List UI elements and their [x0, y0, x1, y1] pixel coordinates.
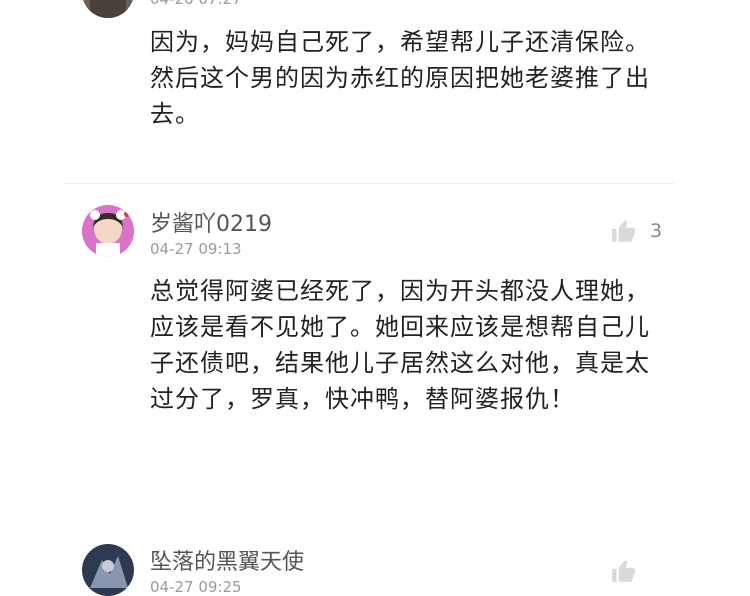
- like-button[interactable]: 3: [610, 218, 662, 244]
- avatar[interactable]: [82, 544, 134, 596]
- comment-timestamp: 04-26 07:27: [150, 0, 242, 8]
- thumbs-up-icon: [612, 220, 635, 242]
- comment-timestamp: 04-27 09:13: [150, 240, 242, 258]
- comment-timestamp: 04-27 09:25: [150, 578, 242, 596]
- comment-divider: [64, 183, 674, 184]
- comment-text: 总觉得阿婆已经死了，因为开头都没人理她，应该是看不见她了。她回来应该是想帮自己儿…: [150, 277, 650, 413]
- like-count: 3: [650, 220, 663, 242]
- comment-username[interactable]: 岁酱吖0219: [150, 206, 272, 238]
- thumbs-up-icon: [612, 560, 635, 582]
- avatar-image: [82, 544, 134, 596]
- comment-username[interactable]: 坠落的黑翼天使: [150, 544, 304, 576]
- comment-text: 因为，妈妈自己死了，希望帮儿子还清保险。然后这个男的因为赤红的原因把她老婆推了出…: [150, 28, 650, 128]
- avatar-image: [82, 0, 134, 18]
- avatar[interactable]: [82, 0, 134, 18]
- avatar[interactable]: [82, 205, 134, 257]
- avatar-image: [82, 205, 134, 257]
- like-button[interactable]: [610, 558, 636, 584]
